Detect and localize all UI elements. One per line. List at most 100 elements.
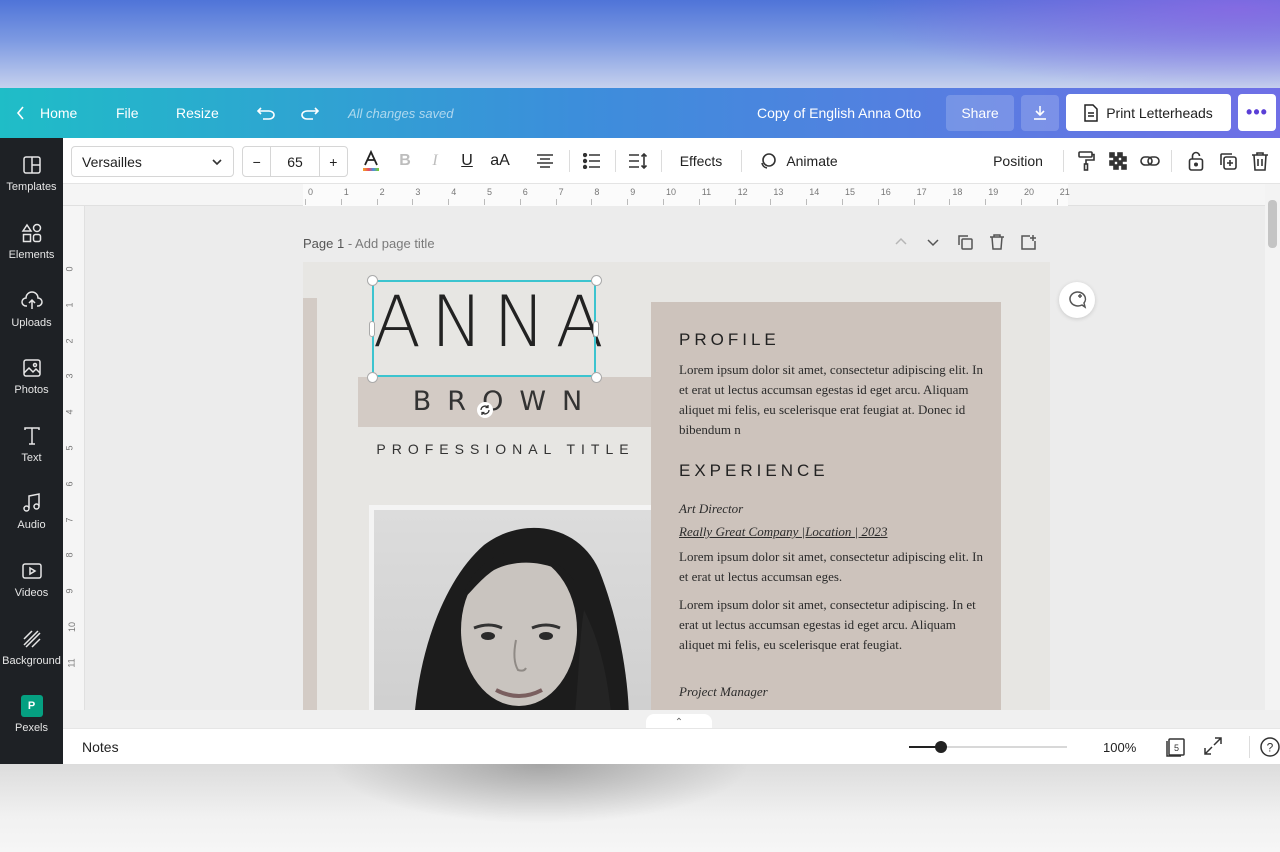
resize-button[interactable]: Resize [176, 88, 219, 138]
chevron-up-icon[interactable] [893, 234, 909, 250]
copy-style-button[interactable] [1075, 138, 1097, 184]
animate-label: Animate [786, 153, 838, 169]
transparency-button[interactable] [1107, 138, 1129, 184]
duplicate-page-icon[interactable] [957, 234, 973, 250]
job1-role[interactable]: Art Director [679, 501, 743, 517]
last-name-text[interactable]: BROWN [358, 386, 653, 417]
file-menu-button[interactable]: File [116, 88, 139, 138]
help-button[interactable]: ? [1259, 736, 1280, 763]
resize-handle[interactable] [593, 321, 599, 337]
job1-description-1[interactable]: Lorem ipsum dolor sit amet, consectetur … [679, 547, 989, 587]
resize-handle[interactable] [591, 275, 602, 286]
ruler-mark: 4 [451, 187, 457, 197]
italic-button[interactable]: I [423, 138, 447, 184]
add-page-title[interactable]: - Add page title [344, 236, 435, 251]
list-button[interactable] [580, 138, 604, 184]
bold-button[interactable]: B [393, 138, 417, 184]
delete-button[interactable] [1249, 138, 1271, 184]
sidebar-item-templates[interactable]: Templates [0, 154, 63, 214]
document-title[interactable]: Copy of English Anna Otto [757, 88, 921, 138]
scrollbar-thumb[interactable] [1268, 200, 1277, 248]
text-color-button[interactable] [359, 138, 383, 184]
add-page-icon[interactable] [1021, 234, 1037, 250]
redo-button[interactable] [300, 88, 320, 138]
download-button[interactable] [1021, 95, 1059, 131]
sidebar-item-videos[interactable]: Videos [0, 560, 63, 620]
add-comment-button[interactable] [1059, 282, 1095, 318]
letter-case-button[interactable]: aA [487, 138, 513, 184]
sidebar-item-photos[interactable]: Photos [0, 357, 63, 417]
resize-handle[interactable] [369, 321, 375, 337]
fullscreen-button[interactable] [1204, 737, 1222, 760]
ruler-mark: 11 [66, 658, 77, 668]
ruler-tick [448, 199, 450, 205]
align-center-button[interactable] [533, 138, 557, 184]
font-size-input[interactable]: 65 [270, 147, 320, 176]
toolbar-divider [661, 150, 662, 172]
font-size-increase-button[interactable]: + [320, 147, 347, 176]
experience-heading[interactable]: EXPERIENCE [679, 461, 829, 481]
ruler-mark: 5 [487, 187, 493, 197]
undo-button[interactable] [256, 88, 276, 138]
toolbar-divider [1063, 150, 1064, 172]
sidebar-item-label: Uploads [11, 317, 52, 329]
link-button[interactable] [1139, 138, 1161, 184]
sidebar-item-background[interactable]: Background [0, 628, 63, 688]
delete-page-icon[interactable] [989, 234, 1005, 250]
ruler-mark: 11 [701, 187, 712, 197]
zoom-slider[interactable] [909, 741, 1067, 753]
share-button[interactable]: Share [946, 95, 1014, 131]
sidebar-item-text[interactable]: Text [0, 425, 63, 485]
home-button[interactable]: Home [16, 88, 77, 138]
ruler-mark: 12 [737, 187, 748, 197]
job1-description-2[interactable]: Lorem ipsum dolor sit amet, consectetur … [679, 595, 989, 655]
sidebar-item-audio[interactable]: Audio [0, 492, 63, 552]
portrait-photo[interactable] [374, 510, 654, 710]
underline-button[interactable]: U [455, 138, 479, 184]
spacing-button[interactable] [626, 138, 650, 184]
effects-button[interactable]: Effects [673, 138, 729, 184]
position-button[interactable]: Position [985, 138, 1051, 184]
ruler-tick [1021, 199, 1022, 205]
resume-page[interactable]: ANNA BROWN PROFESSIONAL TITLE PROFILE Lo… [303, 262, 1050, 710]
more-options-button[interactable]: ••• [1238, 94, 1276, 131]
professional-title-text[interactable]: PROFESSIONAL TITLE [358, 441, 653, 457]
zoom-value[interactable]: 100% [1103, 740, 1136, 755]
footer-divider [1249, 736, 1250, 758]
notes-button[interactable]: Notes [82, 739, 119, 755]
sidebar-item-uploads[interactable]: Uploads [0, 290, 63, 350]
lock-button[interactable] [1185, 138, 1207, 184]
details-panel[interactable]: PROFILE Lorem ipsum dolor sit amet, cons… [651, 302, 1001, 710]
font-size-decrease-button[interactable]: − [243, 147, 270, 176]
pexels-icon: P [20, 695, 43, 717]
design-canvas: Page 1 - Add page title ANNA BROWN PROFE… [85, 206, 1265, 710]
photos-icon [22, 359, 41, 377]
sidebar-item-elements[interactable]: Elements [0, 222, 63, 282]
font-size-stepper: − 65 + [242, 146, 348, 177]
animate-button[interactable]: Animate [753, 138, 843, 184]
profile-text[interactable]: Lorem ipsum dolor sit amet, consectetur … [679, 360, 989, 440]
resize-handle[interactable] [367, 275, 378, 286]
sidebar-item-label: Pexels [14, 722, 49, 734]
zoom-slider-handle[interactable] [934, 741, 947, 753]
job1-company[interactable]: Really Great Company |Location | 2023 [679, 524, 888, 540]
ruler-tick [376, 199, 378, 205]
resize-handle[interactable] [367, 372, 378, 383]
duplicate-button[interactable] [1217, 138, 1239, 184]
chevron-down-icon[interactable] [925, 234, 941, 250]
sidebar-item-pexels[interactable]: P Pexels [0, 695, 63, 755]
background-icon [22, 630, 41, 648]
page-controls [893, 234, 1037, 250]
rotate-handle-icon[interactable] [477, 402, 493, 418]
page-count-button[interactable]: 5 [1165, 737, 1187, 762]
sidebar-item-label: Background [2, 655, 61, 667]
photo-frame[interactable] [369, 505, 659, 710]
resize-handle[interactable] [591, 372, 602, 383]
font-family-select[interactable]: Versailles [71, 146, 234, 177]
job2-role[interactable]: Project Manager [679, 684, 768, 700]
vertical-scrollbar[interactable] [1265, 184, 1280, 710]
profile-heading[interactable]: PROFILE [679, 330, 780, 350]
ruler-tick [806, 199, 808, 205]
page-title-label[interactable]: Page 1 - Add page title [303, 236, 435, 251]
print-letterheads-button[interactable]: Print Letterheads [1066, 94, 1231, 131]
